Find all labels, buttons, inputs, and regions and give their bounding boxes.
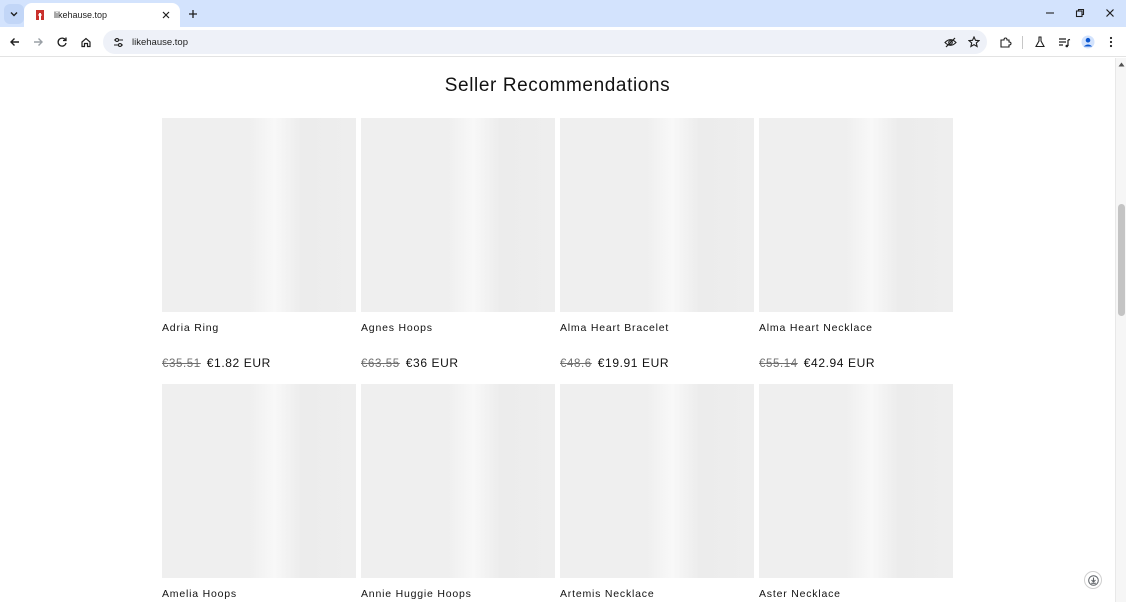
arrow-left-icon <box>10 38 19 46</box>
star-icon <box>968 36 980 48</box>
likehause-favicon <box>33 8 47 22</box>
avatar-icon <box>1081 35 1095 49</box>
original-price: €35.51 <box>162 358 201 370</box>
tab-close-button[interactable] <box>158 7 174 23</box>
minimize-button[interactable] <box>1035 4 1065 22</box>
product-card[interactable]: Agnes Hoops €63.55 €36 EUR <box>361 118 555 370</box>
product-name[interactable]: Alma Heart Bracelet <box>560 322 669 334</box>
restore-button[interactable] <box>1065 4 1095 22</box>
tracking-protection-button[interactable] <box>939 31 961 53</box>
product-card[interactable]: Artemis Necklace <box>560 384 754 600</box>
labs-button[interactable] <box>1029 31 1051 53</box>
close-window-button[interactable] <box>1095 4 1125 22</box>
kebab-icon <box>1109 36 1113 48</box>
sale-price: €19.91 EUR <box>597 356 670 370</box>
site-info-button[interactable] <box>109 33 127 51</box>
product-name[interactable]: Adria Ring <box>162 322 219 334</box>
profile-button[interactable] <box>1077 31 1099 53</box>
flask-icon <box>1035 36 1045 48</box>
product-image[interactable] <box>759 118 953 312</box>
minimize-icon <box>1046 12 1054 14</box>
scroll-thumb[interactable] <box>1118 204 1125 316</box>
product-name[interactable]: Amelia Hoops <box>162 588 237 600</box>
product-name[interactable]: Artemis Necklace <box>560 588 655 600</box>
sale-price: €1.82 EUR <box>206 356 271 370</box>
product-image[interactable] <box>361 118 555 312</box>
product-image[interactable] <box>560 118 754 312</box>
product-name[interactable]: Annie Huggie Hoops <box>361 588 472 600</box>
url-text[interactable]: likehause.top <box>132 37 939 48</box>
toolbar-divider <box>1022 36 1023 49</box>
close-icon <box>1106 9 1114 17</box>
page-scrollbar[interactable] <box>1115 58 1126 602</box>
product-price: €63.55 €36 EUR <box>361 356 459 370</box>
reload-icon <box>57 37 67 47</box>
media-controls-button[interactable] <box>1053 31 1075 53</box>
product-name[interactable]: Agnes Hoops <box>361 322 433 334</box>
original-price: €48.6 <box>560 358 592 370</box>
scroll-up-button[interactable] <box>1117 60 1126 68</box>
address-bar[interactable]: likehause.top <box>103 30 987 54</box>
restore-icon <box>1075 8 1085 18</box>
home-button[interactable] <box>75 31 97 53</box>
browser-toolbar: likehause.top <box>0 27 1126 57</box>
tab-title: likehause.top <box>54 10 108 20</box>
original-price: €55.14 <box>759 358 798 370</box>
sale-price: €36 EUR <box>405 356 459 370</box>
download-icon <box>1087 574 1099 586</box>
tune-icon <box>113 37 123 47</box>
back-button[interactable] <box>4 31 26 53</box>
sale-price: €42.94 EUR <box>803 356 876 370</box>
new-tab-button[interactable] <box>184 5 202 23</box>
puzzle-icon <box>999 36 1012 48</box>
page-viewport: Seller Recommendations Adria Ring €35.51… <box>0 58 1115 602</box>
product-card[interactable]: Alma Heart Necklace €55.14 €42.94 EUR <box>759 118 953 370</box>
extensions-button[interactable] <box>994 31 1016 53</box>
product-image[interactable] <box>162 384 356 578</box>
product-price: €48.6 €19.91 EUR <box>560 356 669 370</box>
reload-button[interactable] <box>51 31 73 53</box>
browser-tab[interactable]: likehause.top <box>24 3 180 27</box>
close-icon <box>162 11 170 19</box>
home-icon <box>81 37 91 48</box>
product-name[interactable]: Alma Heart Necklace <box>759 322 873 334</box>
browser-menu-button[interactable] <box>1100 31 1122 53</box>
product-image[interactable] <box>560 384 754 578</box>
section-title: Seller Recommendations <box>444 75 671 96</box>
tab-search-button[interactable] <box>4 4 24 24</box>
plus-icon <box>189 10 197 18</box>
product-card[interactable]: Adria Ring €35.51 €1.82 EUR <box>162 118 356 370</box>
original-price: €63.55 <box>361 358 400 370</box>
product-price: €35.51 €1.82 EUR <box>162 356 271 370</box>
eye-off-icon <box>943 37 957 47</box>
product-card[interactable]: Aster Necklace <box>759 384 953 600</box>
forward-button[interactable] <box>27 31 49 53</box>
tab-strip: likehause.top <box>0 0 1126 27</box>
product-card[interactable]: Amelia Hoops <box>162 384 356 600</box>
chevron-down-icon <box>10 12 18 17</box>
product-card[interactable]: Alma Heart Bracelet €48.6 €19.91 EUR <box>560 118 754 370</box>
triangle-up-icon <box>1118 62 1125 66</box>
floating-download-button[interactable] <box>1084 571 1102 589</box>
product-price: €55.14 €42.94 EUR <box>759 356 875 370</box>
product-image[interactable] <box>162 118 356 312</box>
arrow-right-icon <box>34 38 43 46</box>
product-image[interactable] <box>759 384 953 578</box>
product-card[interactable]: Annie Huggie Hoops <box>361 384 555 600</box>
bookmark-button[interactable] <box>963 31 985 53</box>
product-name[interactable]: Aster Necklace <box>759 588 841 600</box>
playlist-icon <box>1058 37 1070 47</box>
product-image[interactable] <box>361 384 555 578</box>
